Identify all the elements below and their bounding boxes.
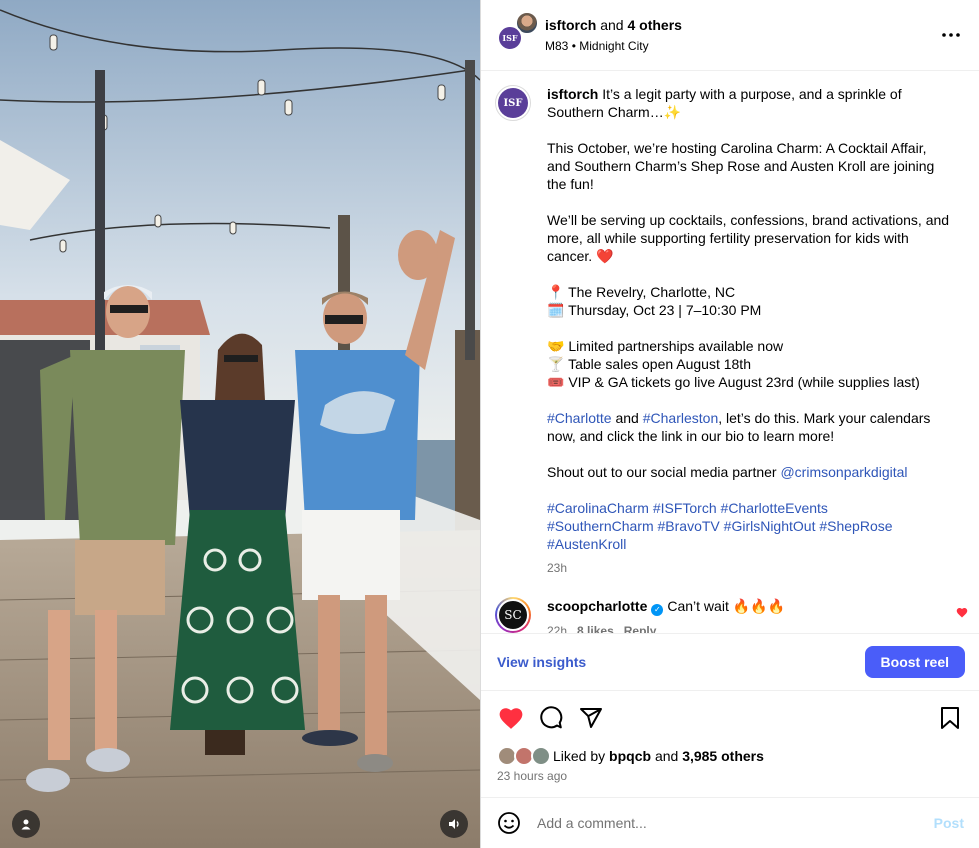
bookmark-icon bbox=[941, 707, 959, 729]
collab-avatars[interactable]: ISF bbox=[497, 11, 539, 53]
reply-button[interactable]: Reply bbox=[624, 624, 657, 633]
post-details-panel: ISF isftorch and 4 others M83 • Midnight… bbox=[480, 0, 979, 848]
sound-icon bbox=[449, 819, 459, 829]
mention-link[interactable]: @crimsonparkdigital bbox=[780, 464, 907, 480]
header-text: isftorch and 4 others M83 • Midnight Cit… bbox=[545, 16, 939, 54]
avatar: ISF bbox=[497, 25, 523, 51]
comment-username[interactable]: scoopcharlotte bbox=[547, 598, 647, 614]
video-frame bbox=[0, 0, 480, 848]
hashtag-link[interactable]: #GirlsNightOut bbox=[724, 518, 816, 534]
liker-avatars[interactable] bbox=[497, 746, 551, 766]
likes-count-link[interactable]: 3,985 others bbox=[682, 748, 764, 764]
post-comment-button[interactable]: Post bbox=[934, 815, 964, 831]
like-button[interactable] bbox=[497, 704, 525, 732]
likes-summary: Liked by bpqcb and 3,985 others bbox=[497, 746, 764, 766]
comment-avatar-text: SC bbox=[497, 599, 529, 631]
hashtags: #CarolinaCharm #ISFTorch #CharlotteEvent… bbox=[547, 499, 952, 553]
collaborators-link[interactable]: 4 others bbox=[627, 17, 681, 33]
avatar[interactable]: SC bbox=[495, 597, 531, 633]
comment-likes[interactable]: 8 likes bbox=[577, 624, 614, 633]
comment-like-button[interactable] bbox=[956, 605, 968, 621]
caption-paragraph: This October, we’re hosting Carolina Cha… bbox=[547, 140, 935, 192]
hashtag-link[interactable]: #CarolinaCharm bbox=[547, 500, 649, 516]
comments-section[interactable]: ISF isftorch It’s a legit party with a p… bbox=[481, 71, 979, 633]
caption-username[interactable]: isftorch bbox=[547, 86, 598, 102]
hashtag-link[interactable]: #Charleston bbox=[643, 410, 719, 426]
comment-text: Can’t wait 🔥🔥🔥 bbox=[667, 598, 786, 614]
caption-timestamp[interactable]: 23h bbox=[547, 559, 952, 577]
emoji-icon bbox=[498, 812, 520, 834]
post-timestamp[interactable]: 23 hours ago bbox=[497, 769, 567, 783]
share-button[interactable] bbox=[577, 704, 605, 732]
audio-separator: • bbox=[571, 39, 576, 53]
event-date: 🗓️ Thursday, Oct 23 | 7–10:30 PM bbox=[547, 302, 762, 318]
avatar bbox=[531, 746, 551, 766]
comment-button[interactable] bbox=[537, 704, 565, 732]
reel-video[interactable] bbox=[0, 0, 480, 848]
caption-paragraph: We’ll be serving up cocktails, confessio… bbox=[547, 212, 950, 264]
hashtag-link[interactable]: #SouthernCharm bbox=[547, 518, 654, 534]
emoji-picker-button[interactable] bbox=[497, 811, 521, 835]
audio-attribution[interactable]: M83 • Midnight City bbox=[545, 38, 939, 54]
shoutout-line: Shout out to our social media partner @c… bbox=[547, 463, 952, 481]
hashtag-link[interactable]: #AustenKroll bbox=[547, 536, 626, 552]
cta-paragraph: #Charlotte and #Charleston, let’s do thi… bbox=[547, 409, 952, 445]
tables-line: 🍸 Table sales open August 18th bbox=[547, 356, 751, 372]
likes-conjunction: and bbox=[654, 748, 679, 764]
heart-icon bbox=[499, 708, 523, 729]
post-modal: ISF isftorch and 4 others M83 • Midnight… bbox=[0, 0, 979, 848]
hashtag-link[interactable]: #ISFTorch bbox=[653, 500, 717, 516]
avatar[interactable]: ISF bbox=[495, 85, 531, 121]
comment-composer: Add a comment... Post bbox=[481, 797, 979, 848]
conjunction: and bbox=[615, 410, 639, 426]
hashtag-link[interactable]: #Charlotte bbox=[547, 410, 612, 426]
hashtag-link[interactable]: #CharlotteEvents bbox=[721, 500, 828, 516]
liked-by-label: Liked by bbox=[553, 748, 606, 764]
tickets-line: 🎟️ VIP & GA tickets go live August 23rd … bbox=[547, 374, 920, 390]
verified-badge-icon: ✓ bbox=[651, 604, 664, 616]
liker-username[interactable]: bpqcb bbox=[609, 748, 651, 764]
caption-text: isftorch It’s a legit party with a purpo… bbox=[547, 85, 952, 577]
more-options-button[interactable] bbox=[939, 23, 963, 47]
comment-input[interactable]: Add a comment... bbox=[537, 815, 934, 831]
user-tag-icon bbox=[21, 819, 31, 830]
author-username[interactable]: isftorch bbox=[545, 17, 596, 33]
comment-icon bbox=[540, 706, 563, 729]
event-location: 📍 The Revelry, Charlotte, NC bbox=[547, 284, 736, 300]
authors-conjunction: and bbox=[600, 17, 624, 33]
audio-artist: M83 bbox=[545, 39, 569, 53]
save-button[interactable] bbox=[936, 704, 964, 732]
comment-item: SC scoopcharlotte ✓ Can’t wait 🔥🔥🔥 22h 8 l… bbox=[481, 577, 979, 633]
caption-line: It’s a legit party with a purpose, and a… bbox=[547, 86, 902, 120]
comment-meta: 22h 8 likes Reply bbox=[547, 624, 785, 633]
comment-body: scoopcharlotte ✓ Can’t wait 🔥🔥🔥 22h 8 like… bbox=[547, 597, 785, 633]
boost-reel-button[interactable]: Boost reel bbox=[864, 646, 965, 678]
partnerships-line: 🤝 Limited partnerships available now bbox=[547, 338, 784, 354]
hashtag-link[interactable]: #BravoTV bbox=[658, 518, 720, 534]
action-bar bbox=[481, 702, 979, 734]
caption: ISF isftorch It’s a legit party with a p… bbox=[481, 71, 979, 577]
post-header: ISF isftorch and 4 others M83 • Midnight… bbox=[481, 0, 979, 71]
share-icon bbox=[580, 708, 602, 728]
audio-toggle-button[interactable] bbox=[440, 810, 468, 838]
audio-track: Midnight City bbox=[579, 39, 649, 53]
shoutout-text: Shout out to our social media partner bbox=[547, 464, 777, 480]
tagged-users-button[interactable] bbox=[12, 810, 40, 838]
hashtag-link[interactable]: #ShepRose bbox=[819, 518, 892, 534]
comment-time[interactable]: 22h bbox=[547, 624, 567, 633]
more-options-icon bbox=[942, 33, 960, 37]
post-authors: isftorch and 4 others bbox=[545, 16, 939, 34]
caption-avatar-text: ISF bbox=[498, 88, 528, 118]
insights-bar: View insights Boost reel bbox=[481, 633, 979, 691]
heart-icon bbox=[956, 608, 968, 618]
view-insights-link[interactable]: View insights bbox=[497, 654, 586, 670]
